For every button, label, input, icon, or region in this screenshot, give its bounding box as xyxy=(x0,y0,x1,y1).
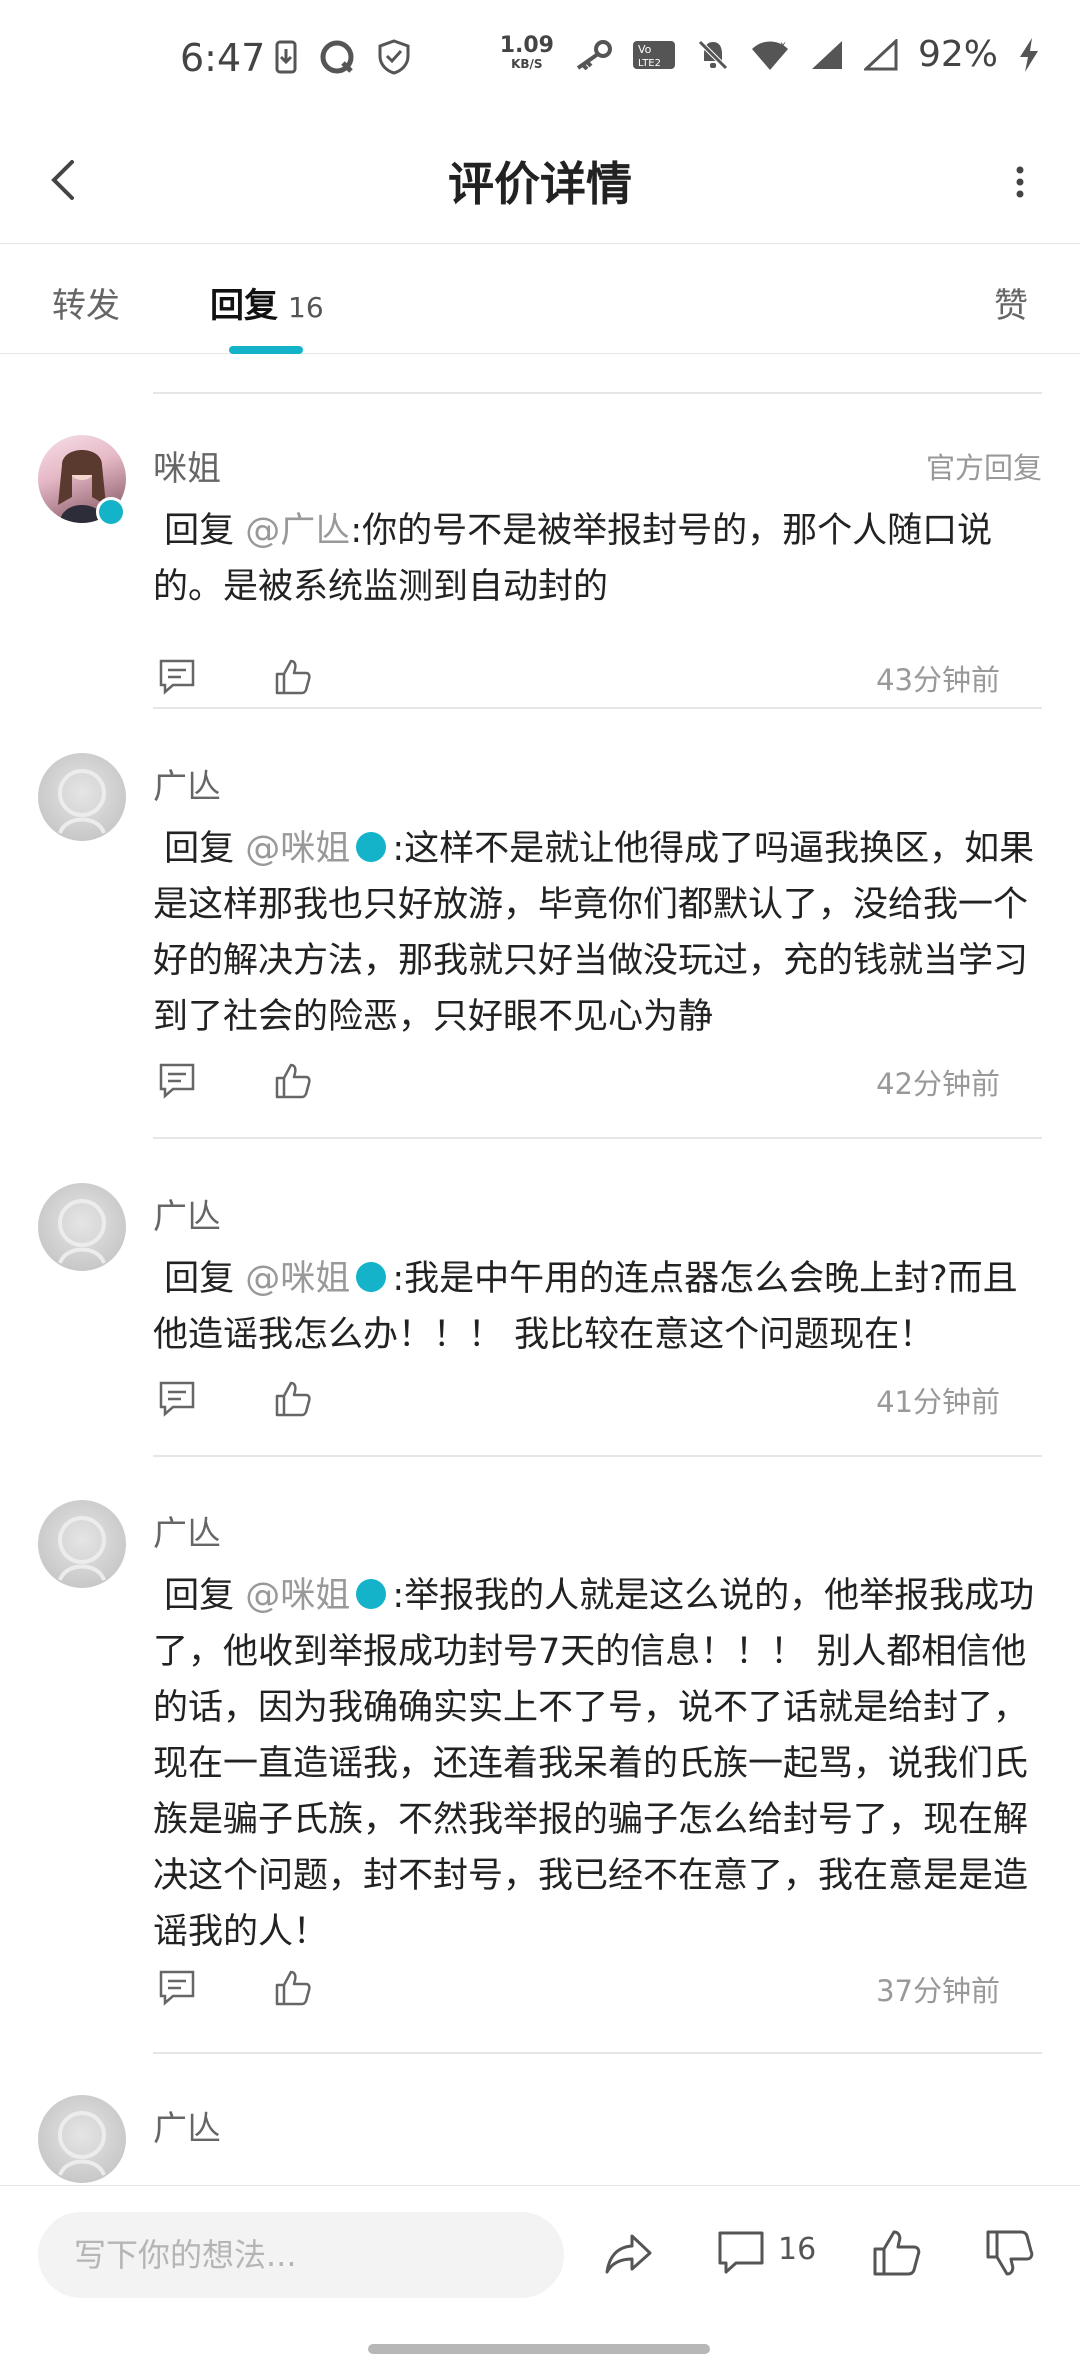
volte-icon: Vo LTE2 xyxy=(632,40,675,69)
comment-time: 37分钟前 xyxy=(876,1974,1000,2008)
comment-item: 咪姐 官方回复 回复 @广亾:你的号不是被举报封号的，那个人随口说的。是被系统监… xyxy=(0,435,1080,747)
like-icon[interactable] xyxy=(273,1061,313,1101)
status-right-icons: 1.09 KB/S Vo LTE2 x 92% xyxy=(500,34,1040,75)
signal-icon-1 xyxy=(811,40,842,69)
username[interactable]: 广亾 xyxy=(153,1506,221,1555)
username[interactable]: 广亾 xyxy=(153,1189,221,1238)
status-time: 6:47 xyxy=(180,36,266,80)
comment-actions: 42分钟前 xyxy=(153,1057,1042,1107)
avatar-placeholder-icon xyxy=(58,1199,106,1264)
comment-item: 广亾 回复 @咪姐:这样不是就让他得成了吗逼我换区，如果是这样那我也只好放游，毕… xyxy=(0,753,1080,1113)
svg-text:Vo: Vo xyxy=(638,43,652,56)
avatar-placeholder-icon xyxy=(58,2111,106,2176)
avatar[interactable] xyxy=(38,2095,126,2183)
like-icon[interactable] xyxy=(273,1968,313,2008)
status-left-icons xyxy=(275,38,411,76)
wifi-icon: x xyxy=(751,40,788,70)
comment-text[interactable]: 回复 @咪姐:这样不是就让他得成了吗逼我换区，如果是这样那我也只好放游，毕竟你们… xyxy=(153,821,1043,1045)
tab-forward[interactable]: 转发 xyxy=(52,278,120,327)
net-speed-value: 1.09 xyxy=(499,32,554,58)
divider xyxy=(153,707,1042,709)
comment-count: 16 xyxy=(778,2232,817,2267)
comment-text[interactable]: 回复 @咪姐:举报我的人就是这么说的，他举报我成功了，他收到举报成功封号7天的信… xyxy=(153,1568,1043,1960)
more-vertical-icon xyxy=(1016,166,1024,198)
like-icon[interactable] xyxy=(273,1379,313,1419)
divider xyxy=(153,1137,1042,1139)
comment-item: 广亾 回复 @咪姐:举报我的人就是这么说的，他举报我成功了，他收到举报成功封号7… xyxy=(0,1500,1080,2008)
comment-time: 41分钟前 xyxy=(876,1385,1000,1419)
avatar-placeholder-icon xyxy=(58,1516,106,1581)
reply-icon[interactable] xyxy=(157,1061,197,1101)
network-speed: 1.09 KB/S xyxy=(499,32,554,73)
thumbs-down-icon[interactable] xyxy=(983,2226,1037,2280)
verified-badge xyxy=(96,497,126,527)
comment-body: :举报我的人就是这么说的，他举报我成功了，他收到举报成功封号7天的信息！！！ 别… xyxy=(153,1576,1035,1952)
thumbs-up-icon[interactable] xyxy=(870,2226,924,2280)
key-icon xyxy=(576,39,612,70)
comment-list[interactable]: 咪姐 官方回复 回复 @广亾:你的号不是被举报封号的，那个人随口说的。是被系统监… xyxy=(0,355,1080,2185)
comment-icon[interactable] xyxy=(714,2226,768,2280)
divider xyxy=(153,1455,1042,1457)
comment-text[interactable]: 回复 @咪姐:我是中午用的连点器怎么会晚上封?而且他造谣我怎么办！！！ 我比较在… xyxy=(153,1251,1043,1363)
chat-app-icon xyxy=(320,40,354,74)
tab-indicator xyxy=(229,346,303,354)
divider xyxy=(153,392,1042,394)
reply-icon[interactable] xyxy=(157,1968,197,2008)
mention[interactable]: @广亾 xyxy=(245,511,350,551)
page-title: 评价详情 xyxy=(448,157,632,211)
battery-level: 92% xyxy=(917,34,998,75)
more-button[interactable] xyxy=(1000,152,1040,212)
verified-badge xyxy=(356,1262,387,1292)
tab-reply-label: 回复 xyxy=(210,286,278,326)
comment-time: 43分钟前 xyxy=(876,663,1000,697)
signal-icon-2 xyxy=(863,38,898,70)
comment-actions: 41分钟前 xyxy=(153,1375,1042,1425)
comment-item: 广亾 回复 @咪姐:我是中午用的连点器怎么会晚上封?而且他造谣我怎么办！！！ 我… xyxy=(0,1183,1080,1473)
reply-word: 回复 xyxy=(164,829,235,869)
share-icon[interactable] xyxy=(602,2226,656,2280)
divider xyxy=(153,2052,1042,2054)
official-reply-tag: 官方回复 xyxy=(925,451,1042,485)
avatar-placeholder-icon xyxy=(58,769,106,834)
comment-time: 42分钟前 xyxy=(876,1067,1000,1101)
reply-icon[interactable] xyxy=(157,1379,197,1419)
status-bar: 6:47 1.09 KB/S Vo LTE2 x 92% xyxy=(0,0,1080,120)
comment-actions: 43分钟前 xyxy=(153,653,1042,703)
mention[interactable]: @咪姐 xyxy=(245,1259,350,1299)
username[interactable]: 咪姐 xyxy=(153,441,221,490)
charging-icon xyxy=(1020,37,1038,72)
mention[interactable]: @咪姐 xyxy=(245,829,350,869)
title-bar: 评价详情 xyxy=(0,120,1080,244)
avatar[interactable] xyxy=(38,753,126,841)
like-icon[interactable] xyxy=(273,657,313,697)
username[interactable]: 广亾 xyxy=(153,2101,221,2150)
svg-text:x: x xyxy=(780,40,786,51)
comment-input[interactable]: 写下你的想法... xyxy=(38,2212,564,2298)
download-icon xyxy=(275,40,297,74)
reply-word: 回复 xyxy=(164,1576,235,1616)
tab-bar: 转发 回复 16 赞 xyxy=(0,244,1080,354)
verified-badge xyxy=(356,1579,387,1609)
comment-item: 广亾 xyxy=(0,2095,1080,2185)
reply-icon[interactable] xyxy=(157,657,197,697)
reply-word: 回复 xyxy=(164,1259,235,1299)
mute-bell-icon xyxy=(698,39,728,70)
avatar[interactable] xyxy=(38,1183,126,1271)
svg-text:LTE2: LTE2 xyxy=(638,58,661,69)
shield-icon xyxy=(378,39,410,75)
home-indicator[interactable] xyxy=(368,2344,710,2354)
reply-word: 回复 xyxy=(164,511,235,551)
comment-actions: 37分钟前 xyxy=(153,1964,1042,2014)
tab-reply-count: 16 xyxy=(288,291,324,324)
mention[interactable]: @咪姐 xyxy=(245,1576,350,1616)
comment-text[interactable]: 回复 @广亾:你的号不是被举报封号的，那个人随口说的。是被系统监测到自动封的 xyxy=(153,503,1043,615)
tab-reply[interactable]: 回复 16 xyxy=(210,278,324,327)
verified-badge xyxy=(356,832,387,862)
bottom-action-bar: 写下你的想法... 16 xyxy=(0,2185,1080,2325)
username[interactable]: 广亾 xyxy=(153,759,221,808)
avatar[interactable] xyxy=(38,1500,126,1588)
tab-like[interactable]: 赞 xyxy=(994,278,1028,327)
